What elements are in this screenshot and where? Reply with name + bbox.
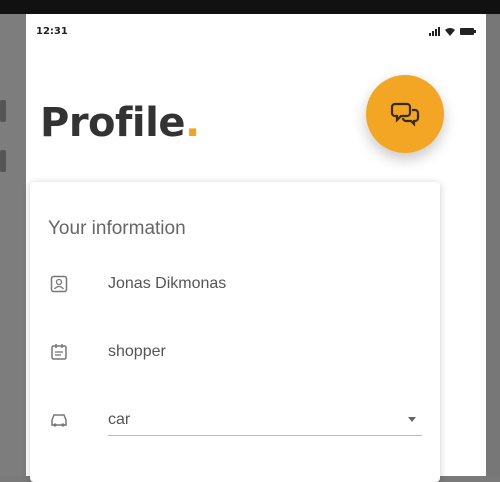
transport-row: car (48, 400, 422, 440)
user-role: shopper (108, 343, 166, 360)
battery-icon (460, 28, 476, 35)
status-bar: 12:31 (36, 26, 476, 37)
transport-selected-value: car (108, 410, 131, 428)
page-title-text: Profile (40, 100, 185, 146)
background-left-edge (0, 14, 26, 476)
card-title: Your information (48, 218, 186, 239)
information-card: Your information Jonas Dikmonas shopper (30, 182, 440, 482)
edge-mark (0, 150, 6, 172)
name-row: Jonas Dikmonas (48, 264, 422, 304)
badge-icon (48, 341, 70, 363)
person-icon (48, 273, 70, 295)
chevron-down-icon (408, 416, 416, 422)
signal-icon (429, 27, 440, 36)
page-title-accent-dot: . (184, 100, 200, 146)
status-icons (429, 27, 476, 36)
status-time: 12:31 (36, 26, 68, 37)
transport-select[interactable]: car (108, 405, 422, 436)
chat-fab-button[interactable] (366, 75, 444, 153)
user-name: Jonas Dikmonas (108, 275, 227, 292)
device-top-edge (0, 0, 500, 14)
car-icon (48, 409, 70, 431)
wifi-icon (445, 27, 455, 36)
role-row: shopper (48, 332, 422, 372)
page-title: Profile. (40, 100, 200, 146)
chat-bubbles-icon (390, 102, 420, 127)
background-right-edge (486, 14, 500, 476)
edge-mark (0, 100, 6, 122)
